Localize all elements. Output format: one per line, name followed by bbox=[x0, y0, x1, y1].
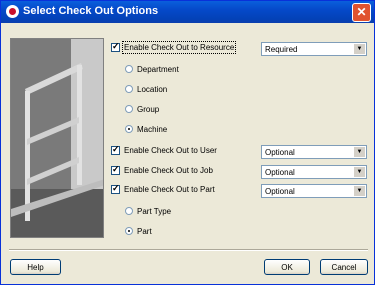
part-dropdown[interactable]: Optional ▼ bbox=[261, 184, 367, 198]
part-checkbox-label: Enable Check Out to Part bbox=[124, 185, 215, 194]
chevron-down-icon[interactable]: ▼ bbox=[354, 44, 365, 54]
radio-machine-label: Machine bbox=[137, 125, 168, 134]
resource-dropdown-value: Required bbox=[265, 45, 298, 54]
help-button[interactable]: Help bbox=[10, 259, 61, 275]
chevron-down-icon[interactable]: ▼ bbox=[354, 186, 365, 196]
radio-part-button[interactable] bbox=[125, 227, 133, 235]
chevron-down-icon[interactable]: ▼ bbox=[354, 147, 365, 157]
radio-part-type-label: Part Type bbox=[137, 207, 172, 216]
job-checkbox[interactable] bbox=[111, 164, 120, 175]
user-dropdown[interactable]: Optional ▼ bbox=[261, 145, 367, 159]
radio-group-button[interactable] bbox=[125, 105, 133, 113]
user-checkbox-label: Enable Check Out to User bbox=[124, 146, 217, 155]
radio-location-label: Location bbox=[137, 85, 168, 94]
radio-machine-button[interactable] bbox=[125, 125, 133, 133]
product-photo bbox=[10, 38, 104, 238]
resource-dropdown[interactable]: Required ▼ bbox=[261, 42, 367, 56]
cart-image bbox=[11, 39, 103, 237]
job-dropdown[interactable]: Optional ▼ bbox=[261, 165, 367, 179]
radio-group-label: Group bbox=[137, 105, 160, 114]
part-dropdown-value: Optional bbox=[265, 187, 295, 196]
user-dropdown-value: Optional bbox=[265, 148, 295, 157]
title-bar[interactable]: Select Check Out Options ✕ bbox=[1, 1, 374, 23]
radio-department-button[interactable] bbox=[125, 65, 133, 73]
job-checkbox-label: Enable Check Out to Job bbox=[124, 166, 213, 175]
dialog-window: Select Check Out Options ✕ Enable Check … bbox=[0, 0, 375, 285]
chevron-down-icon[interactable]: ▼ bbox=[354, 167, 365, 177]
app-icon bbox=[6, 5, 19, 18]
window-title: Select Check Out Options bbox=[23, 5, 159, 17]
radio-location-button[interactable] bbox=[125, 85, 133, 93]
resource-checkbox-label: Enable Check Out to Resource bbox=[121, 41, 237, 54]
radio-department-label: Department bbox=[137, 65, 179, 74]
part-checkbox[interactable] bbox=[111, 183, 120, 194]
radio-part-type-button[interactable] bbox=[125, 207, 133, 215]
ok-button[interactable]: OK bbox=[264, 259, 310, 275]
resource-checkbox[interactable] bbox=[111, 41, 120, 52]
user-checkbox[interactable] bbox=[111, 144, 120, 155]
cancel-button[interactable]: Cancel bbox=[320, 259, 368, 275]
radio-part-label: Part bbox=[137, 227, 152, 236]
footer-divider bbox=[9, 249, 368, 251]
job-dropdown-value: Optional bbox=[265, 168, 295, 177]
close-icon[interactable]: ✕ bbox=[352, 3, 371, 22]
